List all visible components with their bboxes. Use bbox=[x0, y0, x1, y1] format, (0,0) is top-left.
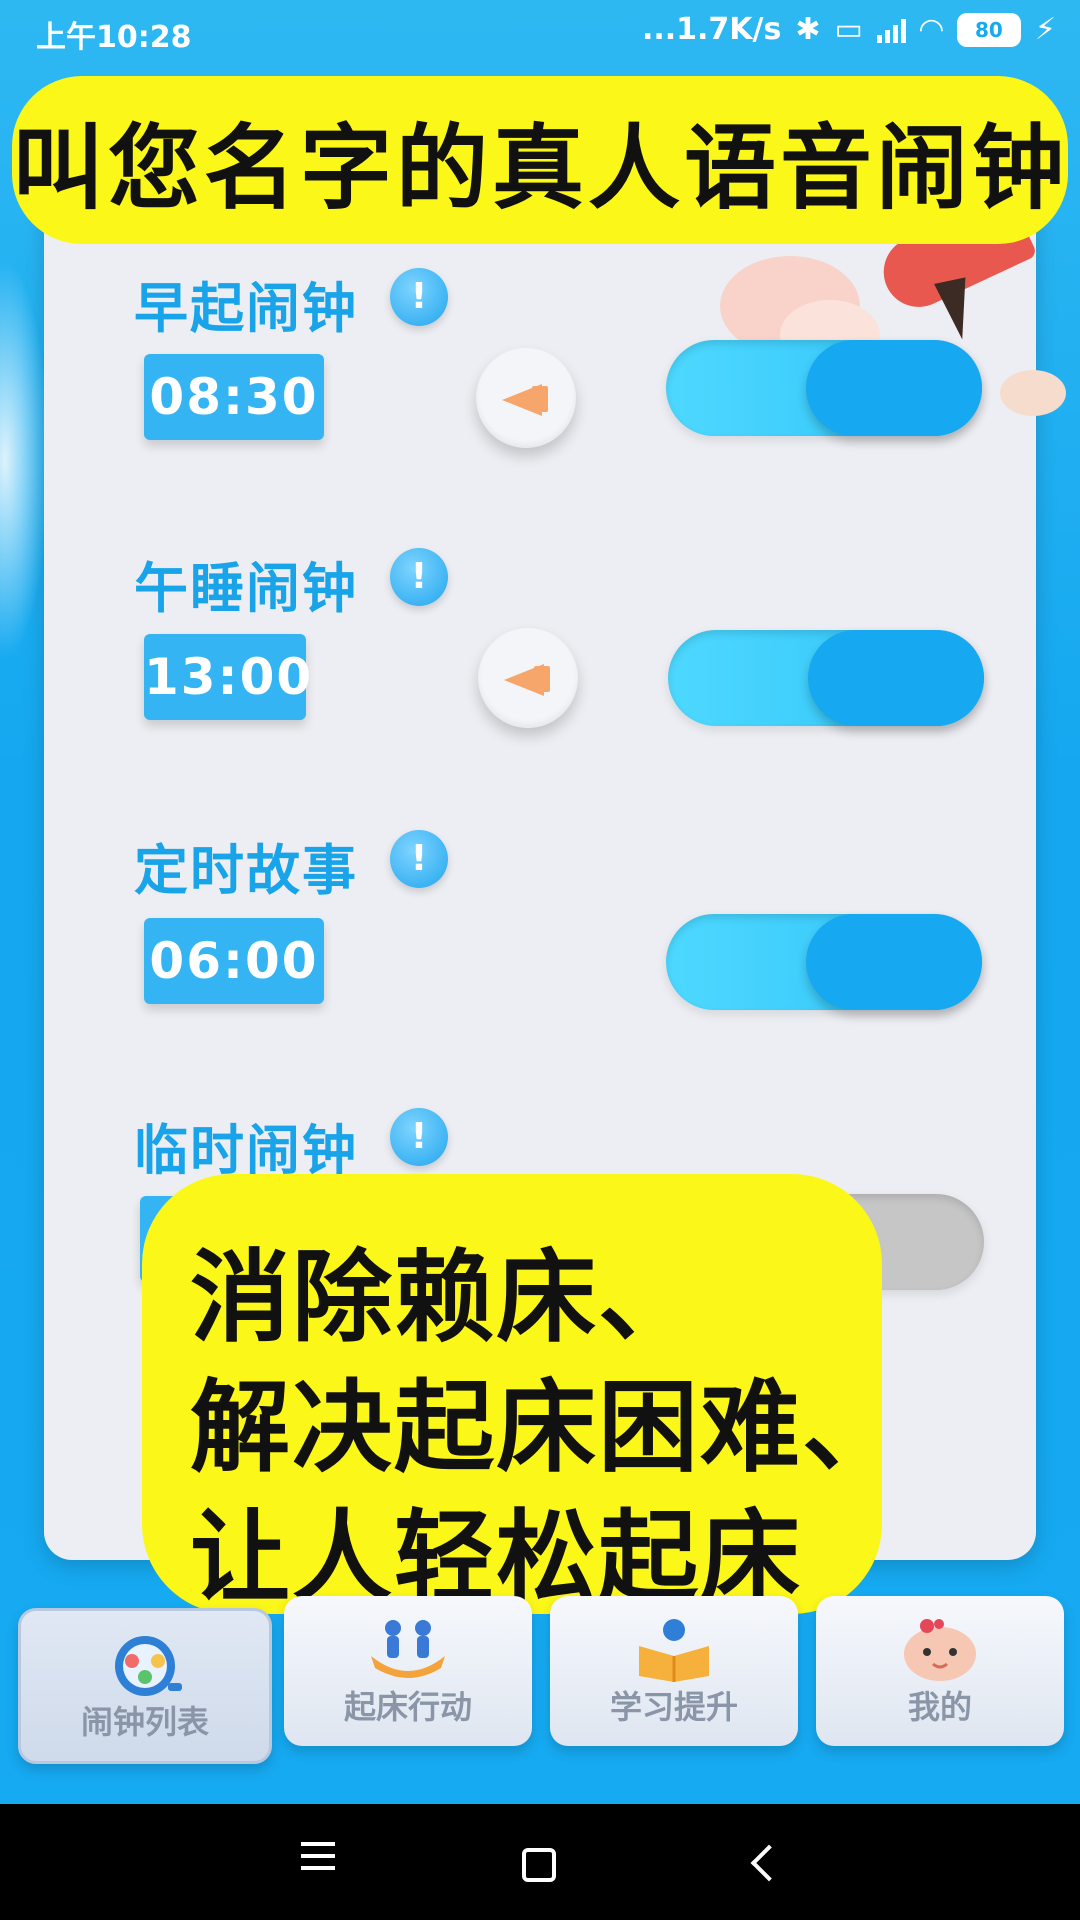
status-bar: 上午10:28 ...1.7K/s ✱ ▭ ◠ 80 ⚡ bbox=[0, 0, 1080, 60]
vibrate-icon: ▭ bbox=[834, 12, 863, 47]
promo-line: 消除赖床、 bbox=[190, 1239, 700, 1356]
profile-avatar-icon bbox=[904, 1619, 976, 1681]
alarm-time-button[interactable]: 06:00 bbox=[144, 918, 324, 1004]
menu-icon[interactable] bbox=[288, 1834, 348, 1894]
voice-preview-button[interactable] bbox=[476, 348, 576, 448]
alarm-time-button[interactable]: 13:00 bbox=[144, 634, 311, 720]
network-speed: ...1.7K/s bbox=[641, 12, 782, 47]
charging-icon: ⚡ bbox=[1034, 12, 1056, 47]
alarm-time-button[interactable]: 08:30 bbox=[144, 354, 324, 440]
alarm-list-icon bbox=[115, 1636, 182, 1696]
toggle-knob bbox=[808, 630, 984, 726]
alarm-title: 早起闹钟 bbox=[134, 277, 358, 340]
tab-label: 我的 bbox=[907, 1688, 972, 1726]
back-icon[interactable] bbox=[750, 1844, 788, 1882]
status-icons: ...1.7K/s ✱ ▭ ◠ 80 ⚡ bbox=[642, 12, 1056, 47]
tab-alarm-list[interactable]: 闹钟列表 bbox=[18, 1608, 272, 1764]
signal-icon bbox=[876, 17, 906, 43]
toggle-knob bbox=[806, 340, 982, 436]
bottom-tab-bar: 闹钟列表 起床行动 学习提升 我的 bbox=[0, 1596, 1080, 1806]
battery-icon: 80 bbox=[956, 12, 1021, 47]
info-icon[interactable]: ! bbox=[390, 548, 448, 606]
alarm-toggle[interactable] bbox=[666, 340, 982, 436]
info-icon[interactable]: ! bbox=[390, 830, 448, 888]
megaphone-icon-body bbox=[532, 386, 548, 412]
tab-wake-up-action[interactable]: 起床行动 bbox=[284, 1596, 532, 1746]
toggle-knob bbox=[806, 914, 982, 1010]
promo-banner-top: 叫您名字的真人语音闹钟 bbox=[12, 76, 1068, 244]
left-decor-glow bbox=[0, 260, 50, 660]
study-icon bbox=[639, 1619, 709, 1682]
info-icon[interactable]: ! bbox=[390, 268, 448, 326]
tab-study[interactable]: 学习提升 bbox=[550, 1596, 798, 1746]
status-time: 上午10:28 bbox=[36, 20, 192, 55]
tab-label: 起床行动 bbox=[343, 1688, 472, 1726]
cloud-decor bbox=[1000, 370, 1066, 416]
wake-up-action-icon bbox=[371, 1620, 445, 1678]
promo-line: 解决起床困难、 bbox=[190, 1369, 904, 1486]
wifi-icon: ◠ bbox=[919, 12, 943, 47]
alarm-toggle[interactable] bbox=[666, 914, 982, 1010]
tab-label: 学习提升 bbox=[609, 1688, 738, 1726]
bluetooth-icon: ✱ bbox=[795, 12, 821, 47]
alarm-title: 定时故事 bbox=[134, 839, 358, 902]
megaphone-icon-body bbox=[534, 666, 550, 692]
alarm-toggle[interactable] bbox=[668, 630, 984, 726]
voice-preview-button[interactable] bbox=[478, 628, 578, 728]
home-icon[interactable] bbox=[522, 1848, 556, 1882]
tab-label: 闹钟列表 bbox=[80, 1703, 209, 1741]
alarm-title: 午睡闹钟 bbox=[134, 557, 358, 620]
system-navigation-bar bbox=[0, 1804, 1080, 1920]
tab-profile[interactable]: 我的 bbox=[816, 1596, 1064, 1746]
app-screen: 上午10:28 ...1.7K/s ✱ ▭ ◠ 80 ⚡ 早起闹钟 ! 08:3… bbox=[0, 0, 1080, 1920]
info-icon[interactable]: ! bbox=[390, 1108, 448, 1166]
